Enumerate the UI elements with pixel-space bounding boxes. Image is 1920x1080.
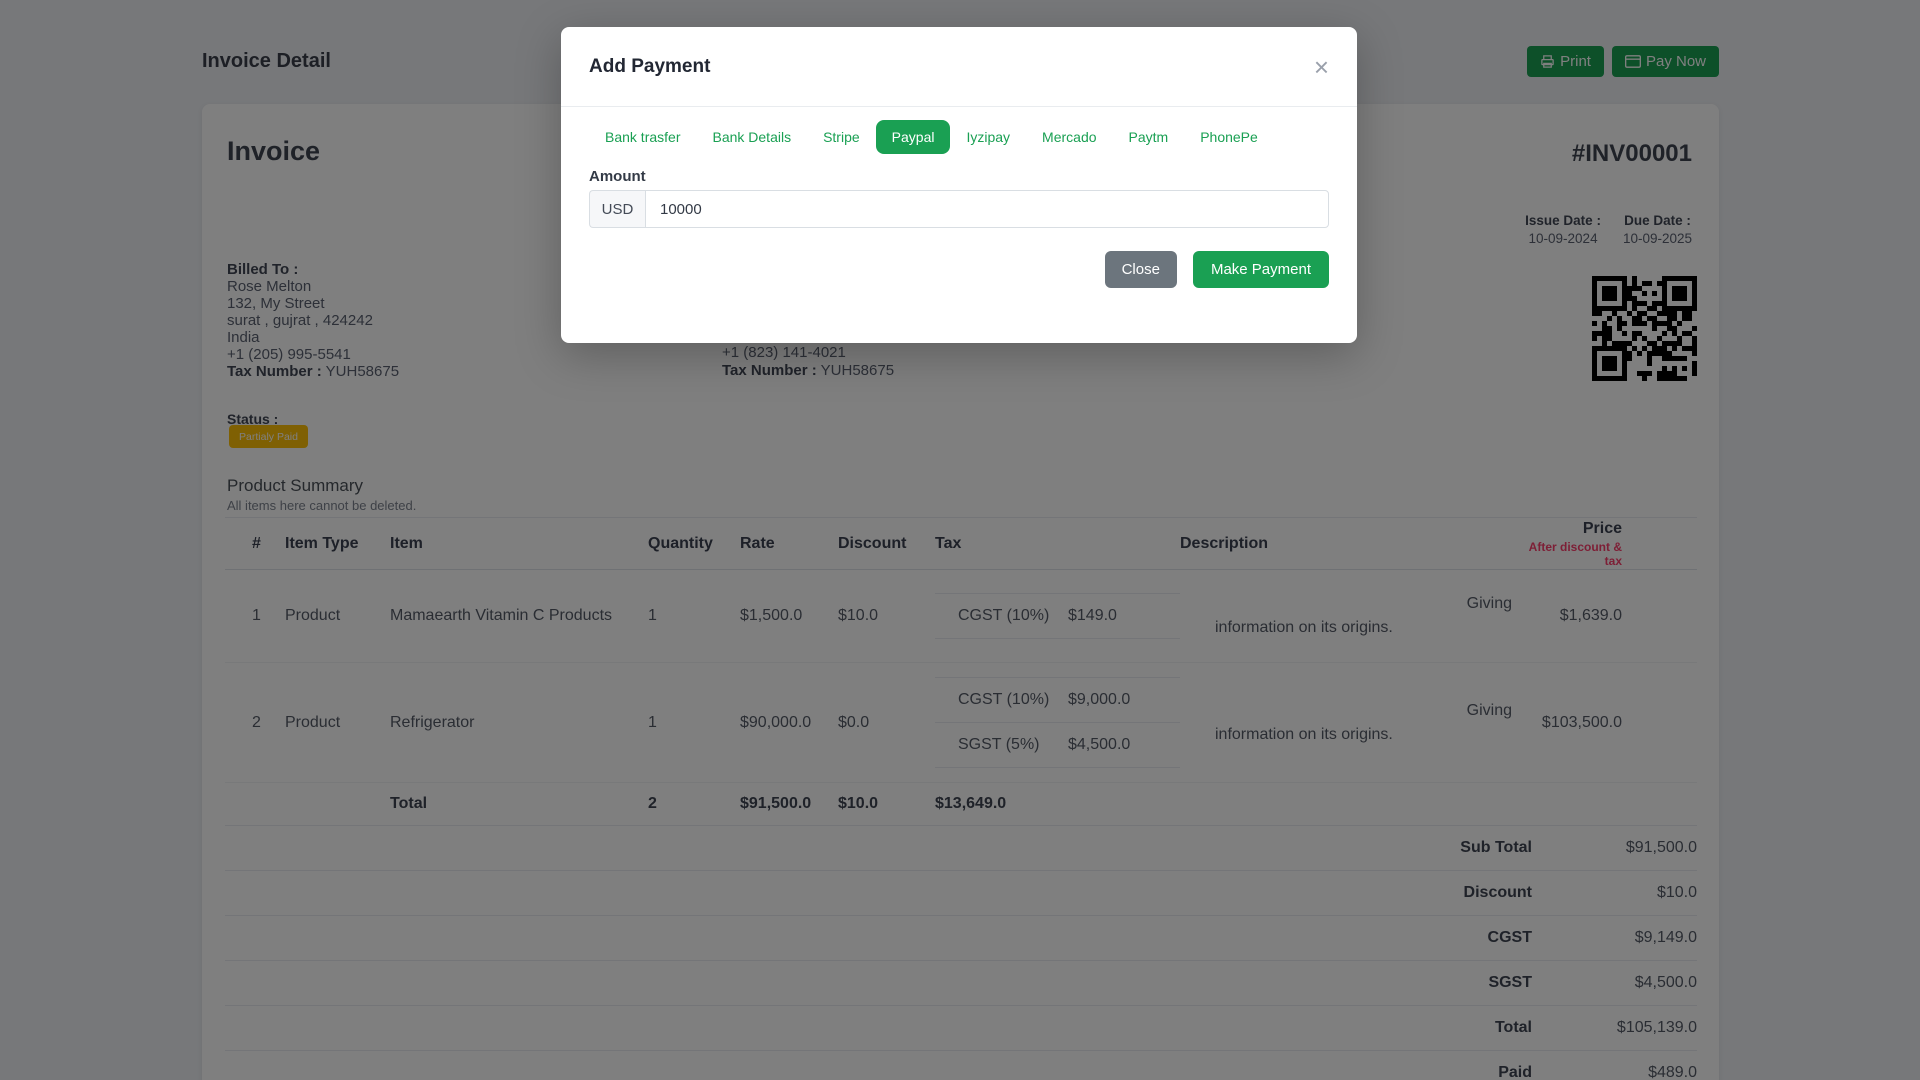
tab-paypal[interactable]: Paypal [875,120,951,154]
modal-footer: Close Make Payment [561,228,1357,288]
payment-method-tabs: Bank trasfer Bank Details Stripe Paypal … [589,120,1329,154]
modal-title: Add Payment [589,55,711,77]
tab-iyzipay[interactable]: Iyzipay [950,120,1026,154]
amount-input-group: USD [589,190,1329,228]
tab-paytm[interactable]: Paytm [1113,120,1185,154]
tab-phonepe[interactable]: PhonePe [1184,120,1274,154]
amount-label: Amount [589,168,646,185]
tab-mercado[interactable]: Mercado [1026,120,1112,154]
invoice-detail-page: Invoice Detail Print Pay Now Invoice #IN… [0,0,1920,1080]
modal-body: Bank trasfer Bank Details Stripe Paypal … [561,107,1357,228]
currency-prefix: USD [589,190,645,228]
close-button[interactable]: Close [1104,251,1177,288]
make-payment-button[interactable]: Make Payment [1192,251,1329,288]
close-icon[interactable]: × [1314,54,1329,80]
add-payment-modal: Add Payment × Bank trasfer Bank Details … [561,27,1357,343]
tab-bank-details[interactable]: Bank Details [696,120,807,154]
modal-header: Add Payment × [561,27,1357,107]
amount-input[interactable] [645,190,1329,228]
tab-bank-transfer[interactable]: Bank trasfer [589,120,696,154]
tab-stripe[interactable]: Stripe [807,120,876,154]
